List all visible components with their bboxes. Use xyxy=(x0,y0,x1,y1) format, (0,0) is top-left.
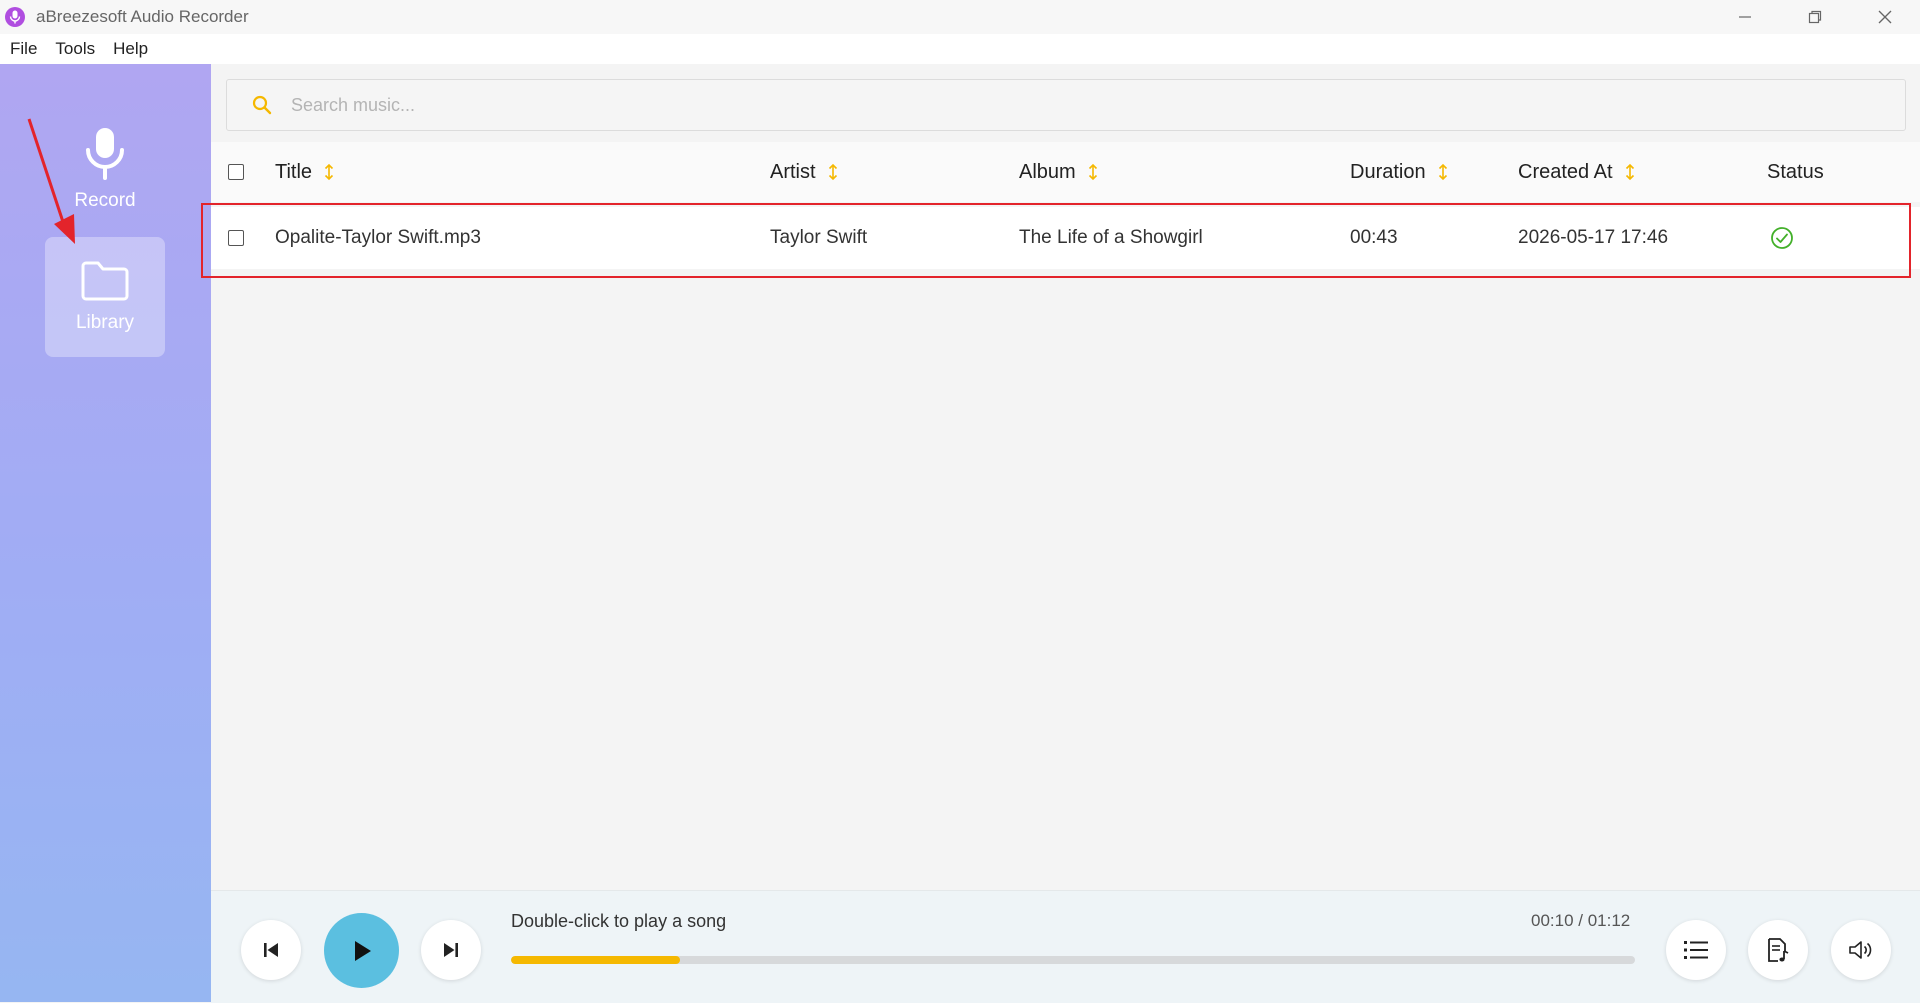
app-logo-icon xyxy=(5,7,25,27)
volume-icon xyxy=(1849,941,1872,959)
column-header-duration[interactable]: Duration xyxy=(1350,142,1448,202)
column-header-created-at[interactable]: Created At xyxy=(1518,142,1635,202)
sort-icon xyxy=(324,163,334,181)
player-bar: Double-click to play a song 00:10 / 01:1… xyxy=(211,890,1920,1003)
play-button[interactable] xyxy=(324,913,399,988)
folder-icon xyxy=(81,261,129,301)
sidebar-item-label: Library xyxy=(75,312,135,333)
music-info-button[interactable] xyxy=(1748,920,1808,980)
now-playing-text: Double-click to play a song xyxy=(511,911,727,931)
main-panel: Title Artist Album Duration xyxy=(211,64,1920,890)
menu-bar: File Tools Help xyxy=(0,34,1920,64)
close-icon xyxy=(1878,10,1892,24)
column-header-status: Status xyxy=(1767,160,1824,183)
sort-icon xyxy=(1625,163,1634,181)
sort-icon xyxy=(1088,163,1097,181)
menu-file[interactable]: File xyxy=(10,39,37,59)
select-all-checkbox[interactable] xyxy=(228,164,244,180)
window-controls xyxy=(1710,0,1920,34)
music-file-icon xyxy=(1768,938,1789,962)
window-title: aBreezesoft Audio Recorder xyxy=(36,7,249,26)
search-icon xyxy=(252,95,272,115)
column-header-album[interactable]: Album xyxy=(1019,142,1098,202)
sort-icon xyxy=(1438,163,1447,181)
restore-icon xyxy=(1808,10,1822,24)
skip-next-icon xyxy=(444,943,458,957)
cell-artist: Taylor Swift xyxy=(770,227,868,248)
cell-album: The Life of a Showgirl xyxy=(1019,227,1203,248)
search-bar xyxy=(226,79,1906,131)
volume-button[interactable] xyxy=(1831,920,1891,980)
playlist-button[interactable] xyxy=(1666,920,1726,980)
previous-button[interactable] xyxy=(241,920,301,980)
close-button[interactable] xyxy=(1850,0,1920,34)
menu-help[interactable]: Help xyxy=(113,39,148,59)
row-checkbox[interactable] xyxy=(228,230,244,246)
column-header-title[interactable]: Title xyxy=(275,142,334,202)
cell-title: Opalite-Taylor Swift.mp3 xyxy=(275,227,481,248)
restore-button[interactable] xyxy=(1780,0,1850,34)
annotation-arrow xyxy=(27,118,75,244)
menu-tools[interactable]: Tools xyxy=(55,39,95,59)
progress-bar[interactable] xyxy=(511,956,1635,964)
search-input[interactable] xyxy=(289,93,1793,117)
table-row[interactable]: Opalite-Taylor Swift.mp3 Taylor Swift Th… xyxy=(211,207,1920,269)
minimize-icon xyxy=(1739,16,1751,18)
skip-previous-icon xyxy=(264,943,278,957)
cell-status xyxy=(1770,207,1794,269)
table-header: Title Artist Album Duration Created At S… xyxy=(211,142,1920,202)
next-button[interactable] xyxy=(421,920,481,980)
sort-icon xyxy=(828,163,837,181)
cell-created-at: 2026-05-17 17:46 xyxy=(1518,227,1669,248)
title-bar: aBreezesoft Audio Recorder xyxy=(0,0,1920,34)
playback-time: 00:10 / 01:12 xyxy=(1531,911,1631,930)
list-icon xyxy=(1684,941,1708,959)
column-header-artist[interactable]: Artist xyxy=(770,142,838,202)
sidebar: Record Library xyxy=(0,64,211,1002)
cell-duration: 00:43 xyxy=(1350,227,1398,248)
play-icon xyxy=(354,940,371,961)
check-circle-icon xyxy=(1771,227,1793,249)
progress-fill xyxy=(511,956,680,964)
minimize-button[interactable] xyxy=(1710,0,1780,34)
